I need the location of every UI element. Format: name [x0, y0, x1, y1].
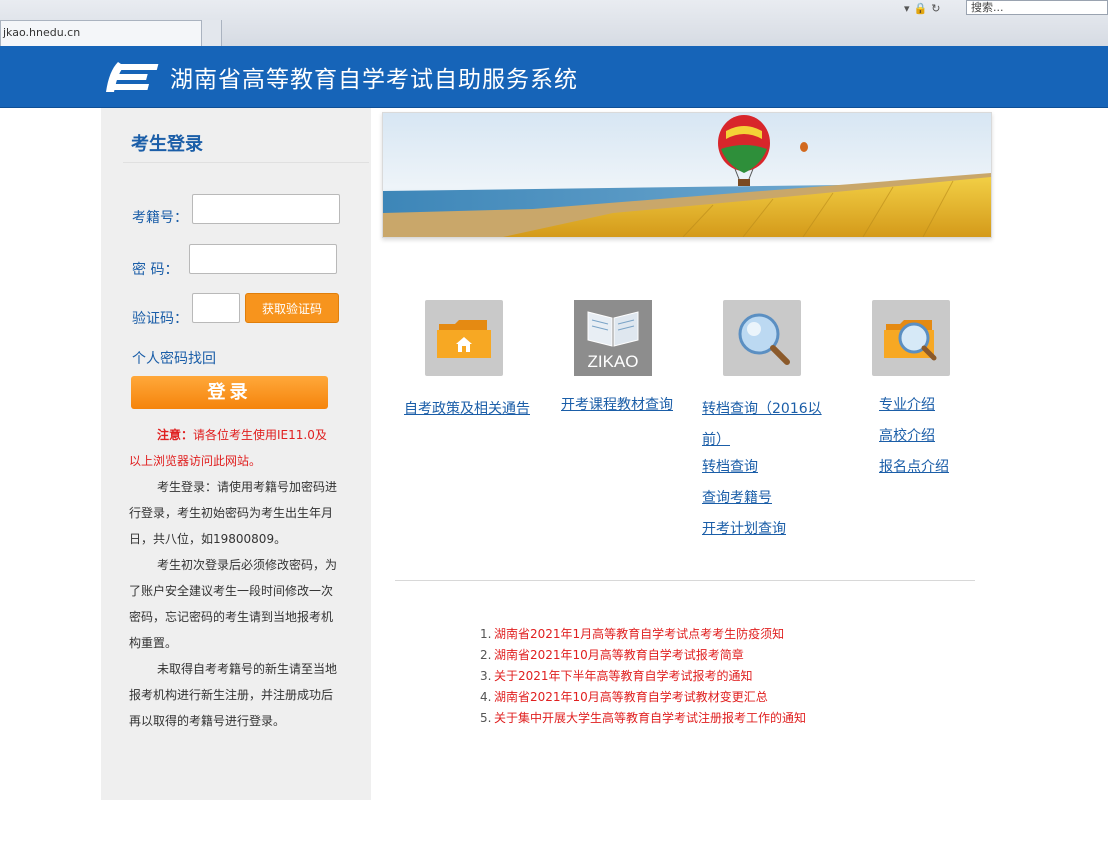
transfer-query-link[interactable]: 转档查询: [702, 456, 758, 476]
news-list: 1. 湖南省2021年1月高等教育自学考试点考考生防疫须知 2. 湖南省2021年1…: [480, 624, 980, 729]
notice-paragraph: 未取得自考考籍号的新生请至当地报考机构进行新生注册，并注册成功后再以取得的考籍号…: [129, 662, 338, 728]
login-notice: 注意：请各位考生使用IE11.0及以上浏览器访问此网站。 考生登录：请使用考籍号…: [129, 422, 337, 734]
registration-point-link[interactable]: 报名点介绍: [879, 456, 949, 476]
login-panel: 考生登录 考籍号： 密 码： 验证码： 获取验证码 个人密码找回 登录 注意：请…: [101, 108, 371, 800]
divider: [123, 162, 369, 163]
course-query-link[interactable]: 开考课程教材查询: [561, 394, 673, 414]
magnifier-icon: [738, 313, 790, 365]
lock-icon: 🔒: [913, 1, 928, 15]
notice-paragraph: 考生初次登录后必须修改密码，为了账户安全建议考生一段时间修改一次密码，忘记密码的…: [129, 558, 338, 650]
policy-link[interactable]: 自考政策及相关通告: [404, 394, 534, 425]
find-password-link[interactable]: 个人密码找回: [132, 348, 216, 368]
banner-image: [383, 113, 991, 237]
query-icon-tile[interactable]: [723, 300, 801, 376]
site-title: 湖南省高等教育自学考试自助服务系统: [170, 67, 578, 93]
browser-tab[interactable]: jkao.hnedu.cn: [0, 20, 202, 46]
password-input[interactable]: [189, 244, 337, 274]
major-intro-link[interactable]: 专业介绍: [879, 394, 935, 414]
divider: [395, 580, 975, 581]
dropdown-icon[interactable]: ▾: [904, 2, 910, 15]
transfer-query-2016-link[interactable]: 转档查询（2016以前）: [702, 394, 834, 456]
news-item[interactable]: 1. 湖南省2021年1月高等教育自学考试点考考生防疫须知: [480, 624, 980, 645]
captcha-input[interactable]: [192, 293, 240, 323]
browser-chrome: jkao.hnedu.cn ▾ 🔒 ↻ 搜索...: [0, 0, 1108, 47]
folder-home-icon: [437, 320, 491, 358]
new-tab-button[interactable]: [202, 20, 222, 46]
login-button[interactable]: 登录: [131, 376, 328, 409]
intro-icon-tile[interactable]: [872, 300, 950, 376]
browser-search-input[interactable]: 搜索...: [966, 0, 1108, 15]
college-intro-link[interactable]: 高校介绍: [879, 425, 935, 445]
refresh-icon[interactable]: ↻: [931, 2, 940, 15]
notice-paragraph: 考生登录：请使用考籍号加密码进行登录，考生初始密码为考生出生年月日，共八位，如1…: [129, 480, 338, 546]
exam-number-query-link[interactable]: 查询考籍号: [702, 487, 772, 507]
zikao-icon-text: ZIKAO: [587, 352, 639, 371]
policy-icon-tile[interactable]: [425, 300, 503, 376]
news-item[interactable]: 4. 湖南省2021年10月高等教育自学考试教材变更汇总: [480, 687, 980, 708]
exam-number-label: 考籍号：: [132, 210, 188, 226]
exam-number-input[interactable]: [192, 194, 340, 224]
news-item[interactable]: 3. 关于2021年下半年高等教育自学考试报考的通知: [480, 666, 980, 687]
course-icon-tile[interactable]: ZIKAO: [574, 300, 652, 376]
site-header: 湖南省高等教育自学考试自助服务系统: [0, 46, 1108, 108]
notice-warn-prefix: 注意：: [157, 428, 194, 442]
login-title: 考生登录: [131, 134, 203, 155]
get-captcha-button[interactable]: 获取验证码: [245, 293, 339, 323]
exam-plan-query-link[interactable]: 开考计划查询: [702, 518, 786, 538]
address-tools: ▾ 🔒 ↻: [904, 0, 940, 16]
password-label: 密 码：: [132, 262, 179, 278]
captcha-label: 验证码：: [132, 311, 188, 327]
news-item[interactable]: 2. 湖南省2021年10月高等教育自学考试报考简章: [480, 645, 980, 666]
site-logo-icon: [106, 62, 159, 92]
hero-banner: [382, 112, 992, 238]
folder-search-icon: [884, 320, 937, 361]
news-item[interactable]: 5. 关于集中开展大学生高等教育自学考试注册报考工作的通知: [480, 708, 980, 729]
